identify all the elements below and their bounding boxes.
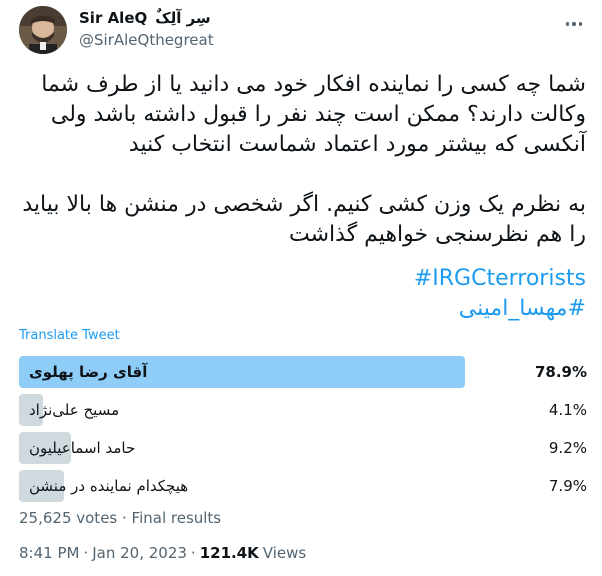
tweet-time[interactable]: 8:41 PM [19, 544, 79, 562]
more-dot-icon [565, 22, 570, 26]
tweet-line: را هم نظرسنجی خواهیم گذاشت [289, 222, 586, 247]
poll-option-label: هیچکدام نماینده در منشن [29, 477, 189, 495]
poll-option-percent: 78.9% [534, 363, 587, 381]
more-options-button[interactable] [560, 10, 588, 38]
author-display-name-persian[interactable]: سِر آلِکٌ [155, 9, 210, 27]
tweet-line: شما چه کسی را نماینده افکار خود می دانید… [41, 72, 586, 97]
tweet-line: وکالت دارند؟ ممکن است چند نفر را قبول دا… [50, 102, 586, 127]
tweet-date[interactable]: Jan 20, 2023 [92, 544, 187, 562]
poll: آقای رضا پهلوی 78.9% مسیح علی‌نژاد 4.1% … [19, 356, 587, 508]
hashtags: #IRGCterrorists #مهسا_امینی [18, 264, 586, 324]
views-label: Views [262, 544, 307, 562]
hashtag-link[interactable]: #مهسا_امینی [18, 294, 586, 324]
avatar-portrait-icon [19, 6, 67, 54]
poll-results-summary: 25,625 votes · Final results [19, 509, 222, 527]
meta-separator: · [83, 544, 89, 562]
tweet-text: شما چه کسی را نماینده افکار خود می دانید… [18, 70, 586, 250]
tweet-line: به نظرم یک وزن کشی کنیم. اگر شخصی در منش… [22, 192, 586, 217]
tweet-line: آنکسی که بیشتر مورد اعتماد شماست انتخاب … [128, 132, 586, 157]
poll-option: مسیح علی‌نژاد 4.1% [19, 394, 587, 426]
poll-option-percent: 9.2% [548, 439, 587, 457]
more-dot-icon [578, 22, 583, 26]
translate-tweet-link[interactable]: Translate Tweet [19, 328, 120, 343]
more-dot-icon [572, 22, 576, 26]
author-handle[interactable]: @SirAleQthegreat [79, 31, 214, 49]
poll-option-label: آقای رضا پهلوی [29, 363, 148, 381]
poll-option: آقای رضا پهلوی 78.9% [19, 356, 587, 388]
meta-separator: · [190, 544, 196, 562]
author-name-row[interactable]: Sir AleQ سِر آلِکٌ [79, 8, 211, 28]
poll-option-label: حامد اسماعیلیون [29, 439, 136, 457]
poll-option-label: مسیح علی‌نژاد [29, 401, 120, 419]
hashtag-link[interactable]: #IRGCterrorists [18, 264, 586, 294]
poll-option: هیچکدام نماینده در منشن 7.9% [19, 470, 587, 502]
tweet: Sir AleQ سِر آلِکٌ @SirAleQthegreat شما … [0, 0, 602, 576]
tweet-meta: 8:41 PM · Jan 20, 2023 · 121.4K Views [19, 544, 306, 562]
views-count[interactable]: 121.4K [200, 544, 259, 562]
poll-option-percent: 4.1% [548, 401, 587, 419]
poll-option-percent: 7.9% [548, 477, 587, 495]
poll-option: حامد اسماعیلیون 9.2% [19, 432, 587, 464]
author-display-name[interactable]: Sir AleQ [79, 9, 147, 27]
avatar[interactable] [19, 6, 67, 54]
